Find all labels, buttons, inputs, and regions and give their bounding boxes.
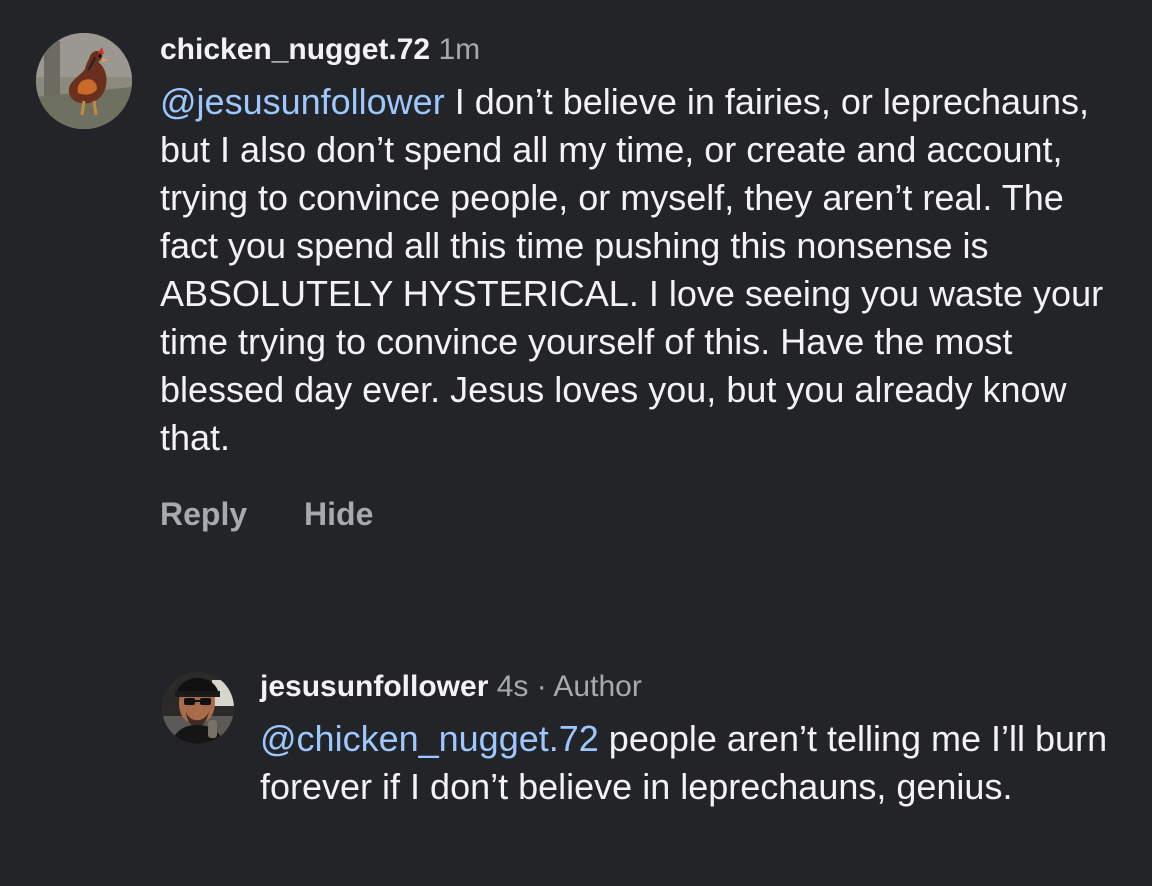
author-badge: Author bbox=[553, 670, 642, 703]
mention-link[interactable]: @chicken_nugget.72 bbox=[260, 718, 599, 759]
username[interactable]: jesusunfollower bbox=[260, 670, 488, 703]
timestamp: 4s bbox=[496, 670, 529, 703]
timestamp: 1m bbox=[438, 33, 481, 66]
reply-body: jesusunfollower 4s · Author @chicken_nug… bbox=[260, 665, 1120, 811]
hide-button[interactable]: Hide bbox=[304, 496, 373, 533]
meta-separator: · bbox=[528, 670, 554, 703]
mention-link[interactable]: @jesusunfollower bbox=[160, 81, 445, 122]
rooster-avatar-icon[interactable] bbox=[36, 33, 132, 129]
reply-text: @chicken_nugget.72 people aren’t telling… bbox=[260, 715, 1120, 811]
comment-message: I don’t believe in fairies, or leprechau… bbox=[160, 81, 1104, 458]
comment-text: @jesusunfollower I don’t believe in fair… bbox=[160, 78, 1120, 462]
person-avatar-icon[interactable] bbox=[162, 672, 234, 744]
username[interactable]: chicken_nugget.72 bbox=[160, 33, 430, 66]
comment-actions: Reply Hide bbox=[160, 496, 1120, 533]
comment-body: chicken_nugget.72 1m @jesusunfollower I … bbox=[160, 28, 1120, 533]
reply-button[interactable]: Reply bbox=[160, 496, 247, 533]
reply-meta: jesusunfollower 4s · Author bbox=[260, 665, 1120, 709]
comment-meta: chicken_nugget.72 1m bbox=[160, 28, 1120, 72]
